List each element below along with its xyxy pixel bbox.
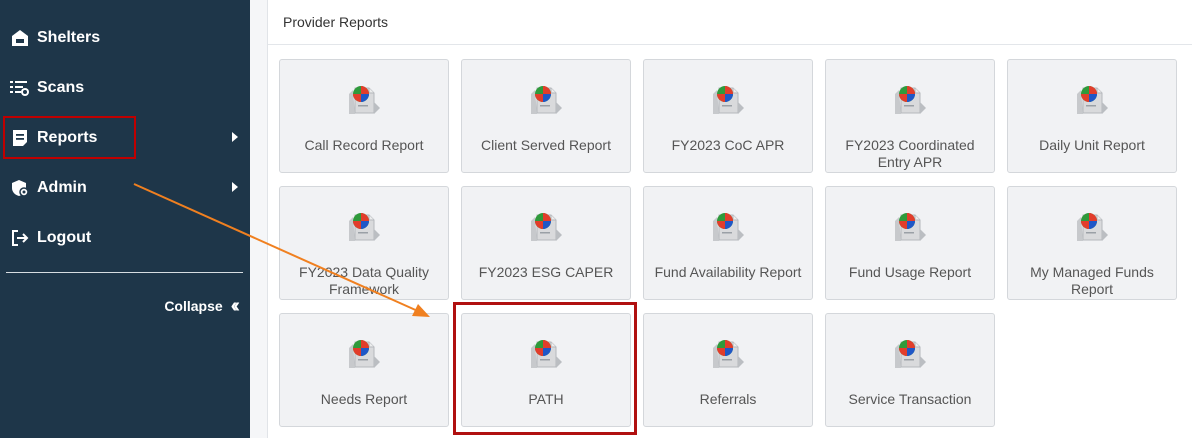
- report-tile-label: FY2023 Data Quality Framework: [299, 264, 429, 297]
- sidebar-item-label: Logout: [37, 229, 92, 246]
- report-tile-label: PATH: [528, 391, 564, 407]
- report-chart-icon: [531, 340, 562, 368]
- report-chart-icon: [349, 86, 380, 114]
- report-chart-icon: [895, 340, 926, 368]
- report-tile[interactable]: FY2023 ESG CAPER: [461, 186, 631, 300]
- report-chart-icon: [713, 213, 744, 241]
- report-tile-label: Referrals: [699, 391, 757, 407]
- list-scan-icon: [9, 77, 31, 99]
- sidebar-item-shelters[interactable]: Shelters: [0, 18, 250, 58]
- report-tile[interactable]: FY2023 Coordinated Entry APR: [825, 59, 995, 173]
- shield-icon: [9, 177, 31, 199]
- logout-icon: [9, 227, 31, 249]
- double-chevron-left-icon: ‹‹: [230, 295, 241, 317]
- report-chart-icon: [1077, 213, 1108, 241]
- report-chart-icon: [1077, 86, 1108, 114]
- report-chart-icon: [895, 213, 926, 241]
- report-tile[interactable]: FY2023 CoC APR: [643, 59, 813, 173]
- report-tile-label: Call Record Report: [304, 137, 424, 153]
- sidebar-item-label: Shelters: [37, 29, 101, 46]
- report-tile[interactable]: Needs Report: [279, 313, 449, 427]
- report-tile-label: Client Served Report: [481, 137, 611, 153]
- sidebar-item-scans[interactable]: Scans: [0, 68, 250, 108]
- collapse-label: Collapse: [164, 298, 223, 314]
- sidebar-divider: [6, 272, 243, 273]
- report-chart-icon: [531, 213, 562, 241]
- sidebar-item-label: Admin: [37, 179, 87, 196]
- chevron-right-icon: [232, 182, 238, 192]
- sidebar-item-label: Reports: [37, 129, 98, 146]
- report-tile-label: Fund Usage Report: [848, 264, 972, 280]
- report-chart-icon: [349, 340, 380, 368]
- home-icon: [9, 27, 31, 49]
- sidebar-item-admin[interactable]: Admin: [0, 168, 250, 208]
- report-tile-label: My Managed Funds Report: [1030, 264, 1154, 297]
- report-tile-label: Daily Unit Report: [1039, 137, 1145, 153]
- report-tile[interactable]: Fund Usage Report: [825, 186, 995, 300]
- report-chart-icon: [531, 86, 562, 114]
- report-tile[interactable]: Call Record Report: [279, 59, 449, 173]
- report-tile[interactable]: Service Transaction: [825, 313, 995, 427]
- report-chart-icon: [713, 340, 744, 368]
- chevron-right-icon: [232, 132, 238, 142]
- report-tile[interactable]: PATH: [461, 313, 631, 427]
- report-chart-icon: [349, 213, 380, 241]
- report-tile-label: FY2023 ESG CAPER: [478, 264, 614, 280]
- report-tile[interactable]: FY2023 Data Quality Framework: [279, 186, 449, 300]
- sidebar-item-label: Scans: [37, 79, 85, 96]
- report-tile[interactable]: Daily Unit Report: [1007, 59, 1177, 173]
- report-tile[interactable]: Fund Availability Report: [643, 186, 813, 300]
- report-tile-label: FY2023 CoC APR: [671, 137, 785, 153]
- report-tile[interactable]: Client Served Report: [461, 59, 631, 173]
- sidebar-item-logout[interactable]: Logout: [0, 218, 250, 258]
- collapse-button[interactable]: Collapse ‹‹: [164, 295, 241, 317]
- report-tile-label: Needs Report: [320, 391, 408, 407]
- report-chart-icon: [713, 86, 744, 114]
- report-tile-label: Fund Availability Report: [654, 264, 802, 280]
- report-chart-icon: [895, 86, 926, 114]
- report-tile[interactable]: My Managed Funds Report: [1007, 186, 1177, 300]
- sidebar-item-reports[interactable]: Reports: [0, 118, 250, 158]
- report-tile-label: Service Transaction: [848, 391, 972, 407]
- panel-title: Provider Reports: [268, 0, 1192, 45]
- report-tile[interactable]: Referrals: [643, 313, 813, 427]
- report-icon: [9, 127, 31, 149]
- report-tile-label: FY2023 Coordinated Entry APR: [845, 137, 975, 170]
- sidebar: Shelters Scans Reports Admin Logout Coll…: [0, 0, 250, 438]
